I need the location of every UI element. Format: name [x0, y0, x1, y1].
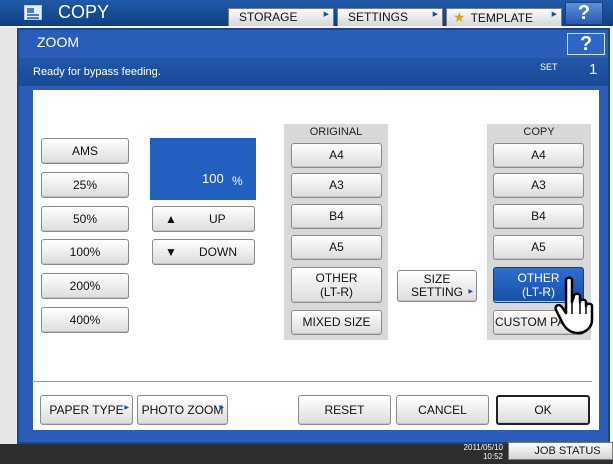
triangle-down-icon: ▼: [165, 245, 177, 259]
original-other-label: OTHER: [315, 271, 358, 285]
zoom-up-label: UP: [209, 212, 226, 226]
zoom-up-button[interactable]: ▲ UP: [152, 206, 255, 232]
preset-200-button[interactable]: 200%: [41, 273, 129, 299]
mixed-size-button[interactable]: MIXED SIZE: [291, 310, 382, 335]
chevron-right-icon: ▶: [432, 11, 438, 18]
copy-a4-button[interactable]: A4: [493, 143, 584, 168]
preset-50-button[interactable]: 50%: [41, 206, 129, 232]
zoom-down-label: DOWN: [199, 245, 237, 259]
reset-button[interactable]: RESET: [298, 395, 391, 425]
background-edge: [0, 28, 17, 444]
chevron-right-icon: ▶: [124, 405, 129, 411]
original-a5-button[interactable]: A5: [291, 235, 382, 260]
copy-app-icon: [24, 5, 42, 20]
dialog-title: ZOOM: [37, 34, 79, 50]
tab-template-label: TEMPLATE: [470, 11, 534, 25]
preset-ams-button[interactable]: AMS: [41, 138, 129, 164]
size-setting-sublabel: SETTING: [410, 285, 463, 299]
copy-a3-button[interactable]: A3: [493, 173, 584, 198]
tab-storage-label: STORAGE: [239, 10, 298, 24]
original-a4-button[interactable]: A4: [291, 143, 382, 168]
job-status-label: JOB STATUS: [534, 445, 601, 457]
original-b4-button[interactable]: B4: [291, 204, 382, 229]
pointer-hand-icon: [554, 276, 594, 335]
triangle-up-icon: ▲: [165, 212, 177, 226]
chevron-right-icon: ▶: [551, 11, 557, 18]
preset-25-button[interactable]: 25%: [41, 172, 129, 198]
star-icon: ★: [453, 9, 466, 25]
preset-400-button[interactable]: 400%: [41, 307, 129, 333]
tab-template[interactable]: ★ TEMPLATE ▶: [446, 8, 562, 26]
photo-zoom-button[interactable]: PHOTO ZOOM ▶: [137, 395, 228, 425]
preset-100-button[interactable]: 100%: [41, 239, 129, 265]
chevron-right-icon: ▶: [323, 11, 329, 18]
zoom-display: [150, 138, 256, 200]
tab-settings-label: SETTINGS: [348, 10, 409, 24]
size-setting-button[interactable]: SIZE SETTING ▶: [397, 270, 477, 302]
paper-type-label: PAPER TYPE: [49, 403, 124, 417]
chevron-right-icon: ▶: [468, 289, 473, 295]
original-other-button[interactable]: OTHER (LT-R): [291, 267, 382, 303]
paper-type-button[interactable]: PAPER TYPE ▶: [40, 395, 133, 425]
set-label: SET: [540, 62, 558, 72]
help-button[interactable]: ?: [565, 2, 603, 25]
datetime: 2011/05/10 10:52: [448, 443, 503, 461]
status-message: Ready for bypass feeding.: [33, 66, 161, 78]
copy-count: 1: [589, 61, 598, 78]
ok-button[interactable]: OK: [496, 395, 590, 425]
tab-storage[interactable]: STORAGE ▶: [228, 8, 334, 26]
dialog-help-button[interactable]: ?: [567, 33, 605, 55]
copy-b4-button[interactable]: B4: [493, 204, 584, 229]
copy-label: COPY: [523, 126, 555, 138]
app-title: COPY: [58, 2, 110, 22]
job-status-button[interactable]: JOB STATUS: [508, 442, 613, 460]
copy-a5-button[interactable]: A5: [493, 235, 584, 260]
photo-zoom-label: PHOTO ZOOM: [141, 403, 224, 417]
tab-settings[interactable]: SETTINGS ▶: [337, 8, 443, 26]
original-other-sublabel: (LT-R): [319, 285, 354, 299]
original-a3-button[interactable]: A3: [291, 173, 382, 198]
time-text: 10:52: [482, 452, 503, 461]
divider: [32, 381, 592, 382]
original-label: ORIGINAL: [309, 126, 363, 138]
chevron-right-icon: ▶: [219, 405, 224, 411]
zoom-value: 100: [202, 171, 224, 186]
zoom-unit: %: [232, 174, 243, 188]
zoom-down-button[interactable]: ▼ DOWN: [152, 239, 255, 265]
top-bar: COPY STORAGE ▶ SETTINGS ▶ ★ TEMPLATE ▶ ?: [0, 0, 613, 26]
status-bar: Ready for bypass feeding. SET 1: [19, 58, 608, 86]
date-text: 2011/05/10: [463, 443, 503, 452]
cancel-button[interactable]: CANCEL: [396, 395, 489, 425]
